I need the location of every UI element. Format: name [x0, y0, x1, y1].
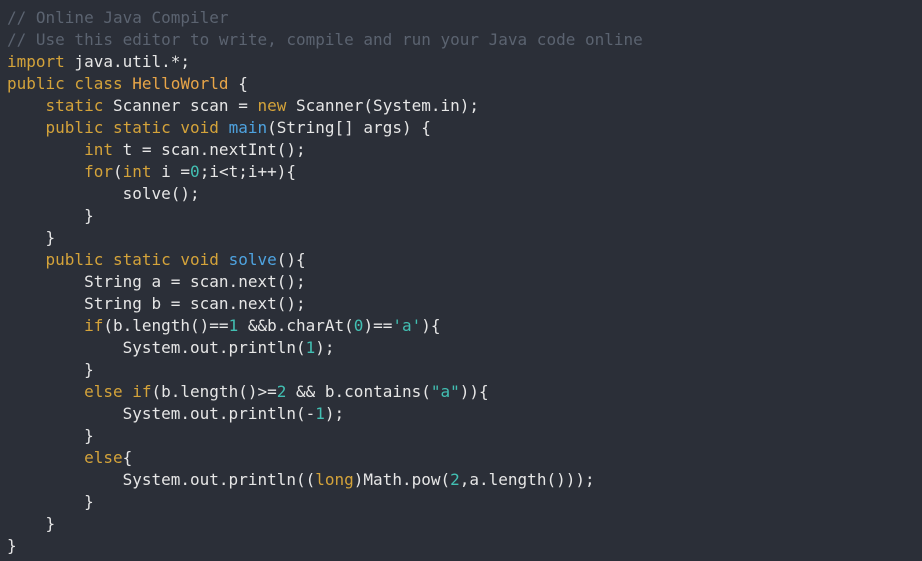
code-token-name: }: [7, 426, 94, 445]
code-token-name: )==: [363, 316, 393, 335]
code-token-number: 0: [190, 162, 200, 181]
code-line: // Online Java Compiler: [7, 7, 922, 29]
code-token-name: ,a.length()));: [459, 470, 595, 489]
code-token-name: (b.length()==: [103, 316, 229, 335]
code-token-name: }: [7, 492, 94, 511]
code-line: int t = scan.nextInt();: [7, 139, 922, 161]
code-token-name: }: [7, 536, 17, 555]
code-token-keyword: int: [84, 140, 113, 159]
code-token-name: System.out.println(: [7, 338, 306, 357]
code-token-name: java.util.*;: [64, 52, 191, 71]
code-line: // Use this editor to write, compile and…: [7, 29, 922, 51]
code-token-class: HelloWorld: [132, 74, 229, 93]
code-token-name: ;i<t;i++){: [199, 162, 297, 181]
code-token-keyword: for: [84, 162, 113, 181]
code-token-keyword: new: [257, 96, 287, 115]
code-token-name: )){: [459, 382, 489, 401]
code-token-name: (b.length()>=: [151, 382, 277, 401]
code-token-name: [7, 96, 46, 115]
code-token-name: String a = scan.next();: [7, 272, 306, 291]
code-line: System.out.println((long)Math.pow(2,a.le…: [7, 469, 922, 491]
code-line: }: [7, 491, 922, 513]
code-line: import java.util.*;: [7, 51, 922, 73]
code-line: static Scanner scan = new Scanner(System…: [7, 95, 922, 117]
code-token-number: 1: [315, 404, 325, 423]
code-token-name: Scanner scan =: [103, 96, 258, 115]
code-token-keyword: else if: [84, 382, 152, 401]
code-token-name: [7, 250, 46, 269]
code-token-name: Scanner(System.in);: [286, 96, 480, 115]
code-token-keyword: int: [122, 162, 152, 181]
code-line: public class HelloWorld {: [7, 73, 922, 95]
code-line: }: [7, 535, 922, 557]
code-token-number: 1: [305, 338, 316, 357]
code-token-name: solve();: [7, 184, 200, 203]
code-token-name: {: [228, 74, 248, 93]
code-token-name: [7, 162, 84, 181]
code-token-name: t = scan.nextInt();: [112, 140, 306, 159]
code-token-keyword: long: [315, 470, 354, 489]
code-token-number: 0: [353, 316, 364, 335]
code-token-func: main: [228, 118, 268, 137]
code-token-name: System.out.println((: [7, 470, 316, 489]
code-token-comment: // Online Java Compiler: [7, 8, 229, 27]
code-token-name: [7, 316, 84, 335]
code-line: }: [7, 205, 922, 227]
code-token-name: [7, 118, 46, 137]
code-token-name: }: [7, 206, 94, 225]
code-token-keyword: else: [84, 448, 123, 467]
code-token-number: 2: [276, 382, 287, 401]
code-token-name: && b.contains(: [286, 382, 431, 401]
code-line: solve();: [7, 183, 922, 205]
code-token-name: )Math.pow(: [353, 470, 451, 489]
code-line: for(int i =0;i<t;i++){: [7, 161, 922, 183]
code-token-number: 1: [228, 316, 239, 335]
code-line: System.out.println(-1);: [7, 403, 922, 425]
code-token-keyword: public class: [7, 74, 133, 93]
code-token-keyword: if: [84, 316, 104, 335]
code-line: if(b.length()==1 &&b.charAt(0)=='a'){: [7, 315, 922, 337]
code-line: }: [7, 513, 922, 535]
code-token-name: [7, 448, 84, 467]
code-token-name: String b = scan.next();: [7, 294, 306, 313]
code-token-name: &&b.charAt(: [238, 316, 354, 335]
code-token-name: (String[] args) {: [267, 118, 431, 137]
code-token-name: );: [324, 404, 345, 423]
code-token-keyword: public static void: [45, 118, 229, 137]
code-token-func: solve: [228, 250, 277, 269]
code-token-number: 2: [450, 470, 460, 489]
code-token-name: }: [7, 228, 56, 247]
code-line: }: [7, 359, 922, 381]
code-token-name: [7, 140, 84, 159]
code-token-name: );: [315, 338, 335, 357]
code-line: else if(b.length()>=2 && b.contains("a")…: [7, 381, 922, 403]
code-token-keyword: static: [45, 96, 104, 115]
code-line: String a = scan.next();: [7, 271, 922, 293]
code-line: System.out.println(1);: [7, 337, 922, 359]
code-token-keyword: public static void: [45, 250, 229, 269]
code-token-keyword: import: [7, 52, 65, 71]
code-lines: // Online Java Compiler // Use this edito…: [7, 7, 922, 557]
code-token-name: System.out.println(-: [7, 404, 316, 423]
code-token-name: }: [7, 514, 56, 533]
code-token-string: 'a': [392, 316, 422, 335]
code-token-comment: // Use this editor to write, compile and…: [7, 30, 643, 49]
code-editor[interactable]: // Online Java Compiler // Use this edito…: [0, 0, 922, 561]
code-token-name: (: [112, 162, 123, 181]
code-token-name: ){: [421, 316, 441, 335]
code-token-name: i =: [151, 162, 191, 181]
code-line: public static void solve(){: [7, 249, 922, 271]
code-line: }: [7, 227, 922, 249]
code-line: public static void main(String[] args) {: [7, 117, 922, 139]
code-token-name: }: [7, 360, 94, 379]
code-token-name: (){: [276, 250, 306, 269]
code-token-name: {: [122, 448, 133, 467]
code-token-name: [7, 382, 84, 401]
code-line: String b = scan.next();: [7, 293, 922, 315]
code-token-string: "a": [430, 382, 460, 401]
code-line: }: [7, 425, 922, 447]
code-line: else{: [7, 447, 922, 469]
